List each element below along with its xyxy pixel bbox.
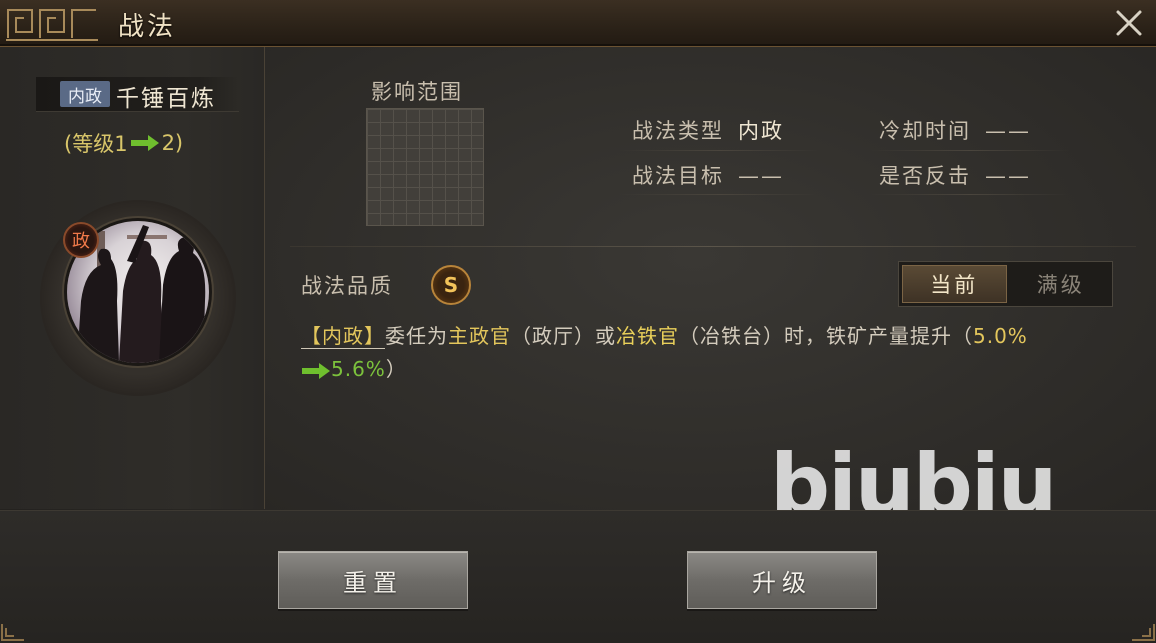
desc-role1: 主政官 xyxy=(448,324,511,348)
cooldown-row: 冷却时间 —— xyxy=(879,115,1031,145)
corner-ornament-icon xyxy=(1,624,24,641)
desc-value-to: 5.6% xyxy=(331,357,386,381)
skill-panel: 战法 内政 千锤百炼 (等级1 2) 政 影响范围 战法类型 内政 冷却时间 —… xyxy=(0,0,1156,643)
info-underline xyxy=(620,194,820,195)
skill-type-label: 战法类型 xyxy=(632,119,724,143)
arrow-right-icon xyxy=(130,135,159,151)
target-value: —— xyxy=(738,164,784,188)
desc-close: ） xyxy=(385,357,407,381)
tab-current[interactable]: 当前 xyxy=(902,265,1007,303)
desc-part2: （政厅）或 xyxy=(511,324,616,348)
counter-value: —— xyxy=(985,164,1031,188)
counter-row: 是否反击 —— xyxy=(879,160,1031,190)
corner-ornament-icon xyxy=(1132,624,1155,641)
desc-part3: （冶铁台）时，铁矿产量提升（ xyxy=(679,324,973,348)
info-underline xyxy=(870,150,1070,151)
quality-label: 战法品质 xyxy=(301,274,393,298)
skill-description: 【内政】委任为主政官（政厅）或冶铁官（冶铁台）时，铁矿产量提升（5.0% 5.6%… xyxy=(301,320,1121,386)
arrow-right-icon xyxy=(302,362,330,379)
cooldown-value: —— xyxy=(985,119,1031,143)
window-title: 战法 xyxy=(118,12,177,42)
upgrade-button[interactable]: 升级 xyxy=(687,551,877,609)
level-from: (等级1 xyxy=(64,132,128,156)
skill-type-tag: 内政 xyxy=(60,81,110,107)
info-underline xyxy=(620,150,820,151)
target-row: 战法目标 —— xyxy=(632,160,784,190)
title-bar: 战法 xyxy=(0,0,1156,47)
skill-name: 千锤百炼 xyxy=(116,86,216,112)
politics-badge: 政 xyxy=(63,222,99,258)
target-label: 战法目标 xyxy=(632,164,724,188)
ornament-icon xyxy=(6,9,98,41)
reset-button[interactable]: 重置 xyxy=(278,551,468,609)
desc-value-from: 5.0% xyxy=(973,324,1028,348)
level-toggle: 当前 满级 xyxy=(898,261,1113,307)
range-label: 影响范围 xyxy=(371,80,463,104)
level-to: 2) xyxy=(161,131,184,155)
desc-role2: 冶铁官 xyxy=(616,324,679,348)
level-progress: (等级1 2) xyxy=(64,128,183,158)
section-divider xyxy=(290,246,1136,247)
counter-label: 是否反击 xyxy=(879,164,971,188)
bottom-bar xyxy=(0,510,1156,643)
info-underline xyxy=(870,194,1070,195)
close-icon[interactable] xyxy=(1112,6,1146,40)
quality-grade-badge: S xyxy=(431,265,471,305)
skill-type-value: 内政 xyxy=(738,119,784,143)
skill-type-row: 战法类型 内政 xyxy=(632,115,784,145)
tab-max-level[interactable]: 满级 xyxy=(1010,262,1113,306)
desc-part1: 委任为 xyxy=(385,324,448,348)
desc-tag: 【内政】 xyxy=(301,324,385,349)
range-grid xyxy=(366,108,484,226)
cooldown-label: 冷却时间 xyxy=(879,119,971,143)
